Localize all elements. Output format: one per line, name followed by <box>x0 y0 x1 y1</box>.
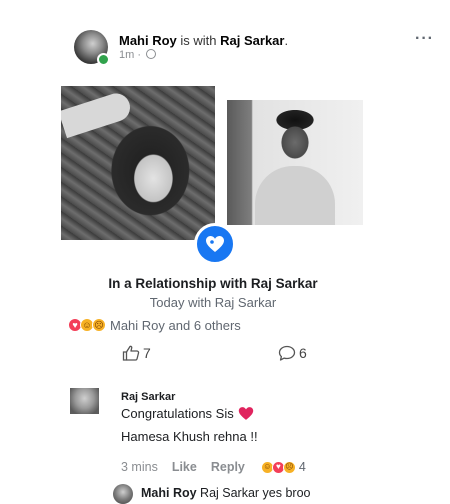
public-globe-icon <box>146 49 157 59</box>
comment-reply-button[interactable]: Reply <box>211 460 245 474</box>
with-text: is with <box>176 33 221 48</box>
header-period: . <box>284 33 289 48</box>
author-avatar[interactable] <box>74 30 110 66</box>
thumbs-up-icon <box>122 345 140 361</box>
comment-reactions[interactable]: ☺ ♥ ☹ 4 <box>260 460 306 474</box>
reply-avatar[interactable] <box>113 484 133 504</box>
post-timestamp[interactable]: 1m <box>119 49 134 61</box>
comment-text-line1: Congratulations Sis <box>121 406 254 421</box>
commenter-avatar[interactable] <box>70 388 99 414</box>
tagged-user-link[interactable]: Raj Sarkar <box>220 33 284 48</box>
post-meta: 1m · <box>119 49 157 61</box>
profile-photo-raj[interactable] <box>227 100 363 225</box>
post-header: Mahi Roy is with Raj Sarkar. 1m · ··· <box>74 30 434 70</box>
reply-text: Raj Sarkar yes broo <box>196 486 311 500</box>
online-status-icon <box>97 53 110 66</box>
comment-like-button[interactable]: Like <box>172 460 197 474</box>
sad-reaction-icon: ☹ <box>92 318 106 332</box>
author-name-link[interactable]: Mahi Roy <box>119 33 177 48</box>
life-event-subtitle: Today with Raj Sarkar <box>149 295 277 310</box>
comment-reaction-count: 4 <box>298 460 306 474</box>
post-header-line: Mahi Roy is with Raj Sarkar. <box>119 33 288 48</box>
profile-photo-mahi[interactable] <box>61 86 215 240</box>
comment-text-line2: Hamesa Khush rehna !! <box>121 429 258 444</box>
sad-reaction-icon: ☹ <box>282 460 296 474</box>
meta-separator: · <box>137 49 142 61</box>
reply-preview[interactable]: Mahi Roy Raj Sarkar yes broo <box>141 486 311 500</box>
like-button[interactable]: 7 <box>122 345 151 361</box>
comment-bubble-icon <box>278 345 296 361</box>
comment-button[interactable]: 6 <box>278 345 307 361</box>
reactions-summary[interactable]: ♥ ☺ ☹ Mahi Roy and 6 others <box>68 317 241 333</box>
like-count: 7 <box>143 345 151 361</box>
red-heart-emoji-icon <box>238 407 253 420</box>
comment-actions: 3 mins Like Reply ☺ ♥ ☹ 4 <box>121 460 306 474</box>
comment-author-name[interactable]: Raj Sarkar <box>121 391 175 403</box>
reactors-summary-text: Mahi Roy and 6 others <box>110 317 241 333</box>
comment-text-congrats: Congratulations Sis <box>121 406 234 421</box>
life-event-title: In a Relationship with Raj Sarkar <box>108 276 318 291</box>
relationship-heart-icon <box>194 223 236 265</box>
reply-author-name: Mahi Roy <box>141 486 197 500</box>
more-options-icon[interactable]: ··· <box>415 31 434 47</box>
comment-count: 6 <box>299 345 307 361</box>
comment-timestamp[interactable]: 3 mins <box>121 460 158 474</box>
